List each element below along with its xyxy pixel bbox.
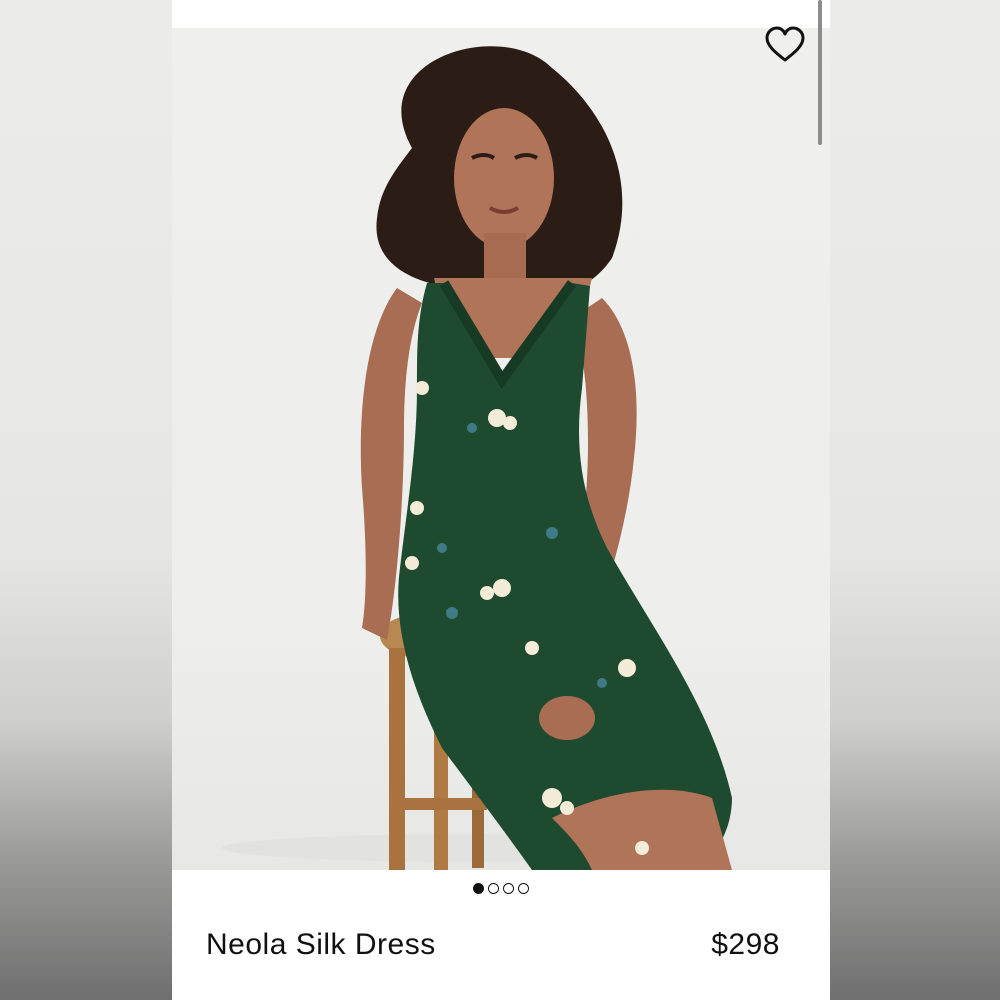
gallery-dot-4[interactable] <box>518 883 529 894</box>
model-illustration <box>222 46 732 870</box>
heart-outline-icon <box>765 26 805 62</box>
backdrop-left <box>0 0 172 1000</box>
gallery-dot-3[interactable] <box>503 883 514 894</box>
product-price: $298 <box>711 928 780 961</box>
product-name[interactable]: Neola Silk Dress <box>206 928 436 962</box>
scrollbar[interactable] <box>818 0 822 145</box>
gallery-pagination <box>172 883 830 894</box>
product-card[interactable]: Neola Silk Dress $298 <box>172 0 830 1000</box>
backdrop-right <box>830 0 1000 1000</box>
favorite-button[interactable] <box>764 26 806 64</box>
gallery-dot-1[interactable] <box>473 883 484 894</box>
product-photo[interactable] <box>172 28 830 870</box>
gallery-dot-2[interactable] <box>488 883 499 894</box>
